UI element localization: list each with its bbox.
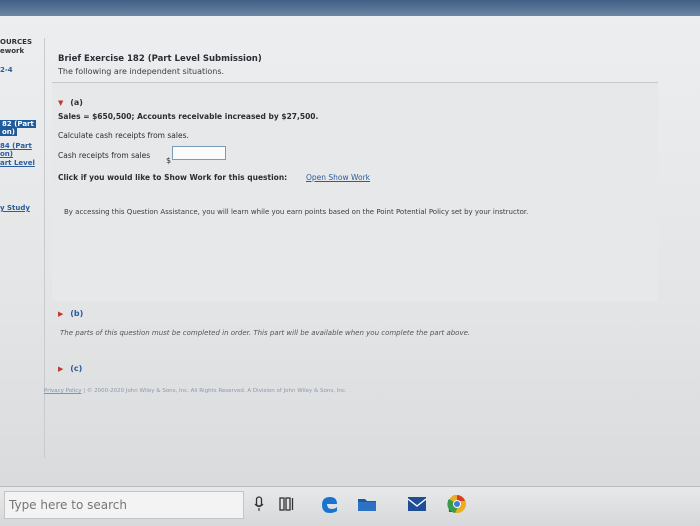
exercise-title: Brief Exercise 182 (Part Level Submissio… bbox=[58, 54, 262, 64]
part-a-toggle[interactable]: ▼ (a) bbox=[58, 98, 83, 107]
nav-link-be184-line2[interactable]: on) bbox=[0, 150, 13, 158]
item-range: 2-4 bbox=[0, 66, 13, 74]
task-view-icon[interactable] bbox=[276, 493, 298, 515]
monitor-bezel-top bbox=[0, 0, 700, 16]
part-b-label: (b) bbox=[70, 309, 84, 318]
privacy-policy-link[interactable]: Privacy Policy bbox=[44, 388, 81, 394]
nav-link-part-level[interactable]: art Level bbox=[0, 159, 35, 167]
cash-receipts-input[interactable] bbox=[172, 146, 226, 160]
part-b-note: The parts of this question must be compl… bbox=[60, 329, 471, 337]
file-explorer-icon[interactable] bbox=[356, 493, 378, 515]
nav-link-be184-line1[interactable]: 84 (Part bbox=[0, 142, 32, 150]
cash-receipts-label: Cash receipts from sales bbox=[58, 151, 151, 160]
browser-viewport: OURCES ework 2-4 82 (Part on) 84 (Part o… bbox=[0, 16, 700, 486]
edge-browser-icon[interactable] bbox=[318, 493, 340, 515]
part-c-label: (c) bbox=[70, 364, 83, 373]
triangle-right-icon: ▶ bbox=[58, 365, 64, 373]
copyright-text: © 2000-2020 John Wiley & Sons, Inc. All … bbox=[86, 388, 347, 394]
part-a-label: (a) bbox=[70, 98, 83, 107]
nav-link-study[interactable]: y Study bbox=[0, 204, 30, 212]
chrome-icon[interactable] bbox=[446, 493, 468, 515]
show-work-prompt: Click if you would like to Show Work for… bbox=[58, 173, 288, 182]
taskbar-search-input[interactable] bbox=[4, 491, 244, 519]
question-assistance-note: By accessing this Question Assistance, y… bbox=[64, 208, 529, 216]
open-show-work-link[interactable]: Open Show Work bbox=[306, 173, 370, 182]
homework-header: ework bbox=[0, 47, 25, 55]
resources-header: OURCES bbox=[0, 38, 32, 46]
part-a-instruction: Calculate cash receipts from sales. bbox=[58, 131, 189, 140]
exercise-subtitle: The following are independent situations… bbox=[58, 67, 225, 76]
question-content: Brief Exercise 182 (Part Level Submissio… bbox=[44, 32, 670, 427]
mail-icon[interactable] bbox=[406, 493, 428, 515]
currency-symbol: $ bbox=[166, 156, 172, 165]
part-a-given: Sales = $650,500; Accounts receivable in… bbox=[58, 112, 319, 121]
windows-taskbar bbox=[0, 486, 700, 526]
left-navigation: OURCES ework 2-4 82 (Part on) 84 (Part o… bbox=[0, 38, 45, 458]
nav-link-be182-line1[interactable]: 82 (Part bbox=[0, 120, 36, 128]
part-b-toggle[interactable]: ▶ (b) bbox=[58, 309, 83, 318]
triangle-right-icon: ▶ bbox=[58, 310, 64, 318]
nav-link-be182-line2[interactable]: on) bbox=[0, 128, 17, 136]
part-c-toggle[interactable]: ▶ (c) bbox=[58, 364, 82, 373]
triangle-down-icon: ▼ bbox=[58, 99, 64, 107]
page-footer: Privacy Policy | © 2000-2020 John Wiley … bbox=[44, 388, 670, 394]
microphone-icon[interactable] bbox=[248, 493, 270, 515]
